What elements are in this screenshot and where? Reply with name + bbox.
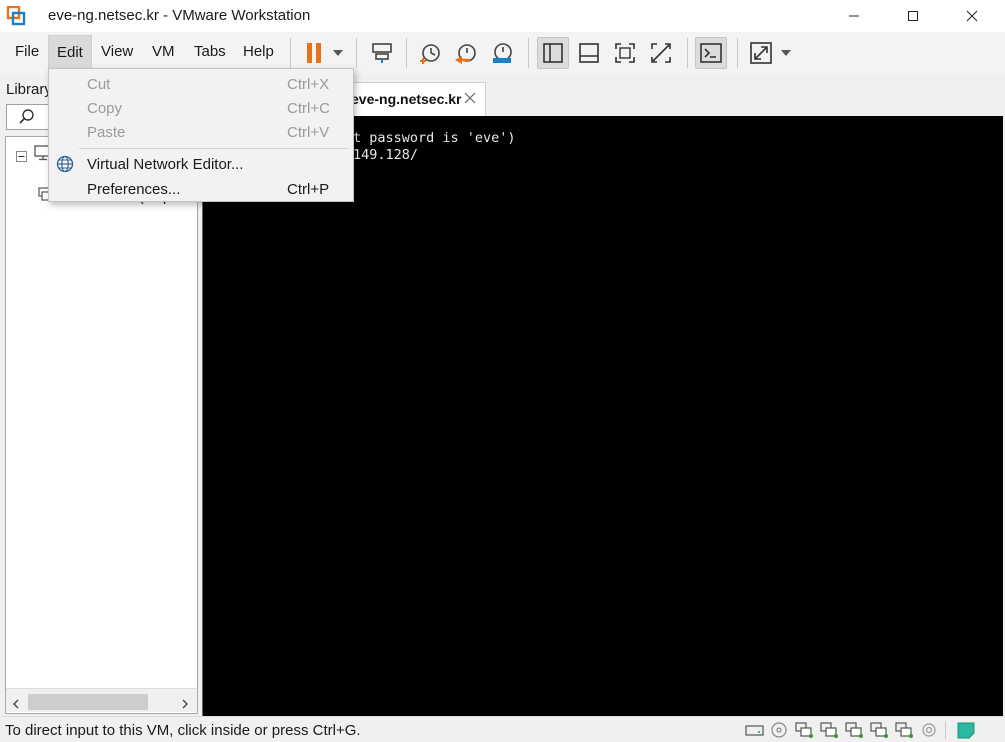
send-ctrl-alt-del-icon[interactable] [366, 37, 398, 69]
toolbar-separator [290, 38, 291, 68]
menu-item-paste[interactable]: Paste Ctrl+V [49, 120, 353, 144]
menu-item-preferences[interactable]: Preferences... Ctrl+P [49, 177, 353, 201]
window-title: eve-ng.netsec.kr - VMware Workstation [48, 7, 311, 24]
power-dropdown-icon[interactable] [332, 45, 344, 61]
show-thumbnail-bar-icon[interactable] [573, 37, 605, 69]
network-adapter-icon[interactable] [868, 720, 890, 740]
menu-separator [79, 148, 349, 149]
menu-item-shortcut: Ctrl+X [287, 76, 330, 93]
toolbar-separator [406, 38, 407, 68]
snapshot-manager-icon[interactable] [486, 37, 518, 69]
menu-item-label: Virtual Network Editor... [87, 156, 244, 173]
title-bar: eve-ng.netsec.kr - VMware Workstation [0, 0, 1005, 32]
menu-item-virtual-network-editor[interactable]: Virtual Network Editor... [49, 152, 353, 176]
sound-card-icon[interactable] [918, 720, 940, 740]
collapse-icon[interactable] [16, 149, 27, 166]
menu-vm[interactable]: VM [144, 35, 183, 69]
search-icon [19, 109, 35, 129]
menu-tabs[interactable]: Tabs [186, 35, 234, 69]
maximize-button[interactable] [884, 0, 942, 32]
menu-item-shortcut: Ctrl+C [287, 100, 330, 117]
pause-icon[interactable] [298, 37, 330, 69]
console-line: t password is 'eve') [353, 130, 516, 146]
minimize-button[interactable] [825, 0, 883, 32]
console-view-icon[interactable] [695, 37, 727, 69]
menu-file[interactable]: File [7, 35, 47, 69]
close-window-button[interactable] [943, 0, 1001, 32]
menu-item-shortcut: Ctrl+V [287, 124, 330, 141]
console-line: 149.128/ [353, 147, 419, 163]
menu-help[interactable]: Help [235, 35, 282, 69]
toolbar-separator [687, 38, 688, 68]
show-library-icon[interactable] [537, 37, 569, 69]
toolbar-separator [737, 38, 738, 68]
toolbar-separator [528, 38, 529, 68]
unity-icon[interactable] [645, 37, 677, 69]
snapshot-revert-icon[interactable] [450, 37, 482, 69]
tab-label: eve-ng.netsec.kr [351, 91, 462, 107]
vm-console[interactable]: t password is 'eve') 149.128/ [202, 116, 1003, 716]
status-bar: To direct input to this VM, click inside… [0, 716, 1005, 742]
menu-item-label: Cut [87, 76, 111, 93]
network-adapter-icon[interactable] [818, 720, 840, 740]
library-title: Library [6, 81, 52, 98]
menu-item-label: Preferences... [87, 181, 181, 198]
status-separator [945, 721, 946, 739]
network-adapter-icon[interactable] [893, 720, 915, 740]
horizontal-scrollbar[interactable] [6, 688, 197, 712]
toolbar-separator [356, 38, 357, 68]
menu-item-label: Paste [87, 124, 126, 141]
menu-view[interactable]: View [93, 35, 141, 69]
menu-item-cut[interactable]: Cut Ctrl+X [49, 72, 353, 96]
tab-vm[interactable]: eve-ng.netsec.kr [342, 82, 486, 116]
menu-item-shortcut: Ctrl+P [287, 181, 330, 198]
hard-disk-icon[interactable] [744, 720, 766, 740]
vmware-app-icon [6, 5, 26, 26]
close-tab-icon[interactable] [461, 89, 479, 107]
full-screen-icon[interactable] [609, 37, 641, 69]
network-adapter-icon[interactable] [793, 720, 815, 740]
network-adapter-icon[interactable] [843, 720, 865, 740]
edit-dropdown-menu: Cut Ctrl+X Copy Ctrl+C Paste Ctrl+V Virt… [48, 68, 354, 202]
message-log-icon[interactable] [955, 720, 977, 740]
menu-item-copy[interactable]: Copy Ctrl+C [49, 96, 353, 120]
scrollbar-thumb[interactable] [28, 694, 148, 710]
snapshot-take-icon[interactable] [414, 37, 446, 69]
menu-edit[interactable]: Edit [48, 35, 92, 69]
menu-item-label: Copy [87, 100, 123, 117]
stretch-guest-icon[interactable] [745, 37, 777, 69]
status-message: To direct input to this VM, click inside… [5, 722, 361, 739]
stretch-dropdown-icon[interactable] [780, 45, 792, 61]
globe-icon [56, 155, 74, 177]
cd-dvd-icon[interactable] [768, 720, 790, 740]
library-tree[interactable] [5, 136, 198, 714]
scroll-right-icon[interactable] [181, 696, 189, 713]
scroll-left-icon[interactable] [12, 696, 20, 713]
